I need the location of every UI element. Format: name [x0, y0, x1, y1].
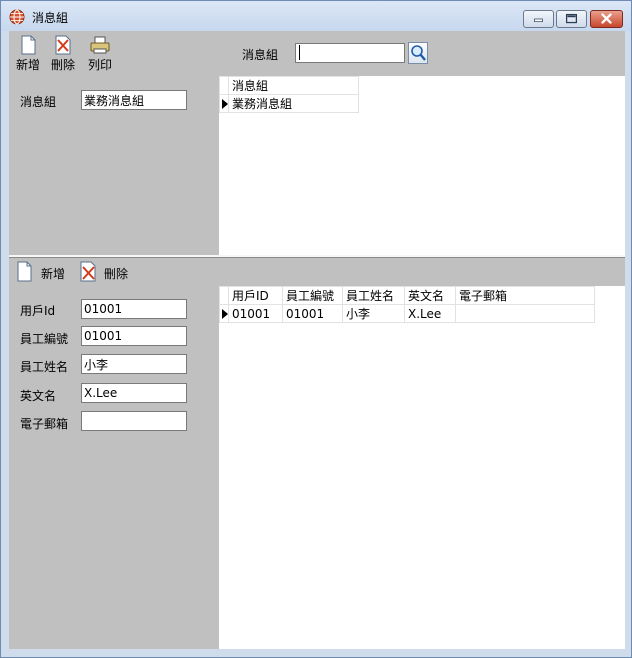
new-document-icon [17, 261, 32, 282]
column-header-employee-number[interactable]: 員工編號 [282, 286, 343, 305]
employee-number-label: 員工編號 [20, 332, 69, 346]
print-button[interactable]: 列印 [85, 35, 115, 73]
main-toolbar: 新增 刪除 列印 消息組 [9, 31, 625, 75]
title-bar[interactable]: 消息組 [1, 1, 631, 31]
email-field[interactable] [81, 411, 187, 431]
table-row[interactable]: 01001 01001 小李 X.Lee [219, 304, 595, 323]
text-caret [299, 45, 300, 60]
row-selector[interactable] [219, 304, 229, 323]
table-row[interactable]: 業務消息組 [219, 94, 359, 113]
column-header-employee-name[interactable]: 員工姓名 [342, 286, 405, 305]
group-label: 消息組 [20, 95, 57, 109]
delete-member-label: 刪除 [104, 267, 129, 281]
employee-name-label: 員工姓名 [20, 360, 69, 374]
employee-number-field[interactable] [81, 326, 187, 346]
row-selector[interactable] [219, 94, 229, 113]
row-header-corner [219, 76, 229, 95]
group-field[interactable] [81, 90, 187, 110]
delete-member-button[interactable]: 刪除 [79, 261, 141, 283]
member-table: 用戶ID 員工編號 員工姓名 英文名 電子郵箱 01001 01001 小李 X… [219, 286, 595, 323]
group-cell[interactable]: 業務消息組 [228, 94, 359, 113]
print-label: 列印 [87, 58, 112, 72]
user-id-field[interactable] [81, 299, 187, 319]
add-label: 新增 [15, 58, 40, 72]
maximize-icon [565, 13, 578, 24]
close-icon [601, 13, 612, 24]
detail-toolbar: 新增 刪除 [9, 258, 625, 286]
new-document-icon [21, 35, 36, 55]
group-table: 消息組 業務消息組 [219, 76, 359, 113]
member-form-panel: 用戶Id 員工編號 員工姓名 英文名 電子郵箱 [9, 286, 219, 649]
minimize-icon [534, 18, 543, 23]
member-grid-header: 用戶ID 員工編號 員工姓名 英文名 電子郵箱 [219, 286, 595, 305]
english-name-label: 英文名 [20, 389, 57, 403]
close-button[interactable] [590, 10, 623, 28]
search-label: 消息組 [242, 48, 279, 62]
cell-user-id[interactable]: 01001 [228, 304, 283, 323]
printer-icon [90, 36, 110, 54]
delete-icon [80, 261, 96, 282]
app-window: 消息組 新增 刪除 列印 消息組 消息組 業務消息組 消息組 業務消息組 新增 … [0, 0, 632, 658]
search-button[interactable] [408, 42, 428, 64]
user-id-label: 用戶Id [20, 304, 56, 318]
add-group-button[interactable]: 新增 [13, 35, 43, 73]
employee-name-field[interactable] [81, 354, 187, 374]
row-header-corner [219, 286, 229, 305]
maximize-button[interactable] [556, 10, 587, 28]
delete-group-button[interactable]: 刪除 [48, 35, 78, 73]
window-title: 消息組 [32, 11, 69, 25]
cell-email[interactable] [455, 304, 595, 323]
email-label: 電子郵箱 [20, 417, 69, 431]
delete-label: 刪除 [50, 58, 75, 72]
cell-employee-name[interactable]: 小李 [342, 304, 405, 323]
cell-english-name[interactable]: X.Lee [404, 304, 456, 323]
current-row-arrow-icon [222, 309, 228, 319]
group-grid: 消息組 業務消息組 [219, 76, 625, 255]
member-grid: 用戶ID 員工編號 員工姓名 英文名 電子郵箱 01001 01001 小李 X… [219, 286, 625, 649]
cell-employee-number[interactable]: 01001 [282, 304, 343, 323]
group-form-panel: 消息組 [9, 76, 219, 255]
globe-app-icon [9, 9, 25, 25]
column-header-english-name[interactable]: 英文名 [404, 286, 456, 305]
group-column-header[interactable]: 消息組 [228, 76, 359, 95]
column-header-user-id[interactable]: 用戶ID [228, 286, 283, 305]
magnifier-icon [411, 45, 426, 61]
english-name-field[interactable] [81, 383, 187, 403]
group-grid-header: 消息組 [219, 76, 359, 95]
column-header-email[interactable]: 電子郵箱 [455, 286, 595, 305]
minimize-button[interactable] [523, 10, 554, 28]
current-row-arrow-icon [222, 99, 228, 109]
delete-icon [55, 35, 71, 55]
add-member-button[interactable]: 新增 [15, 261, 77, 283]
search-input[interactable] [295, 43, 405, 63]
client-area: 新增 刪除 列印 消息組 消息組 業務消息組 消息組 業務消息組 新增 刪除 用… [9, 31, 625, 649]
add-member-label: 新增 [41, 267, 66, 281]
